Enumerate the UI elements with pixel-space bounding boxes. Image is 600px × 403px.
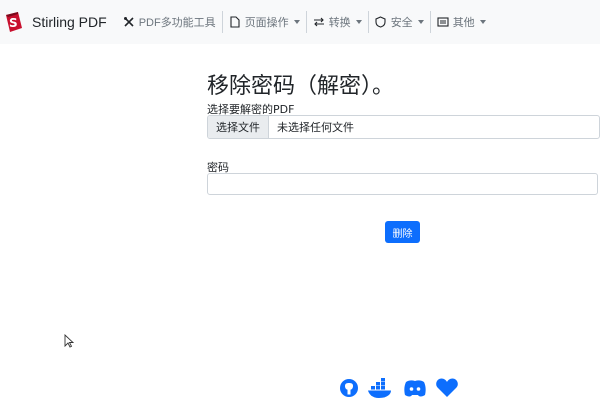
arrows-exchange-icon [313,16,325,28]
nav-convert-label: 转换 [328,17,351,29]
file-icon [229,16,241,28]
nav-security-label: 安全 [390,17,413,29]
chevron-down-icon [355,20,362,24]
card-icon [437,16,449,28]
navbar: S Stirling PDF PDF多功能工具 页面操作 转换 安全 其他 [0,0,600,44]
delete-button[interactable]: 删除 [385,221,420,243]
page-title: 移除密码（解密）。 [207,74,395,99]
password-field[interactable] [207,173,598,195]
nav-convert[interactable]: 转换 [307,0,368,44]
file-input[interactable]: 选择文件 未选择任何文件 [207,115,600,139]
mouse-cursor-icon [64,333,75,353]
stirling-pdf-logo-icon: S [4,11,24,33]
brand-name: Stirling PDF [32,14,107,30]
tools-icon [123,16,135,28]
nav-pdf-multitool[interactable]: PDF多功能工具 [117,0,222,44]
nav-page-ops[interactable]: 页面操作 [223,0,306,44]
nav-pdf-multitool-label: PDF多功能工具 [138,17,216,29]
nav-security[interactable]: 安全 [369,0,430,44]
brand[interactable]: S Stirling PDF [4,11,107,33]
nav-other-label: 其他 [452,17,475,29]
footer-links [339,378,459,403]
chevron-down-icon [417,20,424,24]
nav-page-ops-label: 页面操作 [244,17,289,29]
shield-icon [375,16,387,28]
discord-icon[interactable] [403,378,427,403]
heart-icon[interactable] [435,378,459,403]
nav-other[interactable]: 其他 [431,0,492,44]
svg-text:S: S [9,16,18,30]
chevron-down-icon [293,20,300,24]
file-status: 未选择任何文件 [277,121,354,134]
chevron-down-icon [479,20,486,24]
docker-icon[interactable] [367,378,395,403]
choose-file-button[interactable]: 选择文件 [208,116,269,138]
github-icon[interactable] [339,378,359,403]
